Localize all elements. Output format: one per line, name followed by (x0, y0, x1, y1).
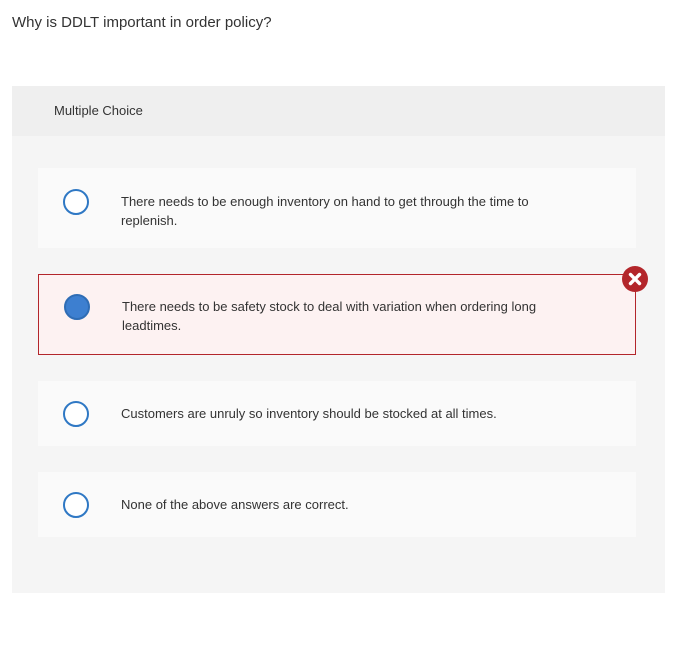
question-text: Why is DDLT important in order policy? (12, 14, 272, 31)
answer-option-text: Customers are unruly so inventory should… (121, 406, 497, 421)
answer-panel: Multiple Choice There needs to be enough… (12, 86, 665, 593)
answer-option-text: There needs to be safety stock to deal w… (122, 299, 537, 333)
answer-option-1[interactable]: There needs to be enough inventory on ha… (38, 168, 636, 248)
radio-button[interactable] (63, 189, 89, 215)
answer-option-text: There needs to be enough inventory on ha… (121, 194, 529, 228)
answer-option-2[interactable]: There needs to be safety stock to deal w… (38, 274, 636, 355)
radio-button[interactable] (63, 492, 89, 518)
question-type-label: Multiple Choice (54, 103, 143, 118)
answer-option-4[interactable]: None of the above answers are correct. (38, 472, 636, 537)
radio-button[interactable] (63, 401, 89, 427)
x-circle-icon (622, 266, 648, 292)
answer-option-3[interactable]: Customers are unruly so inventory should… (38, 381, 636, 446)
answer-option-text: None of the above answers are correct. (121, 497, 349, 512)
panel-header: Multiple Choice (12, 86, 665, 136)
radio-button-selected[interactable] (64, 294, 90, 320)
